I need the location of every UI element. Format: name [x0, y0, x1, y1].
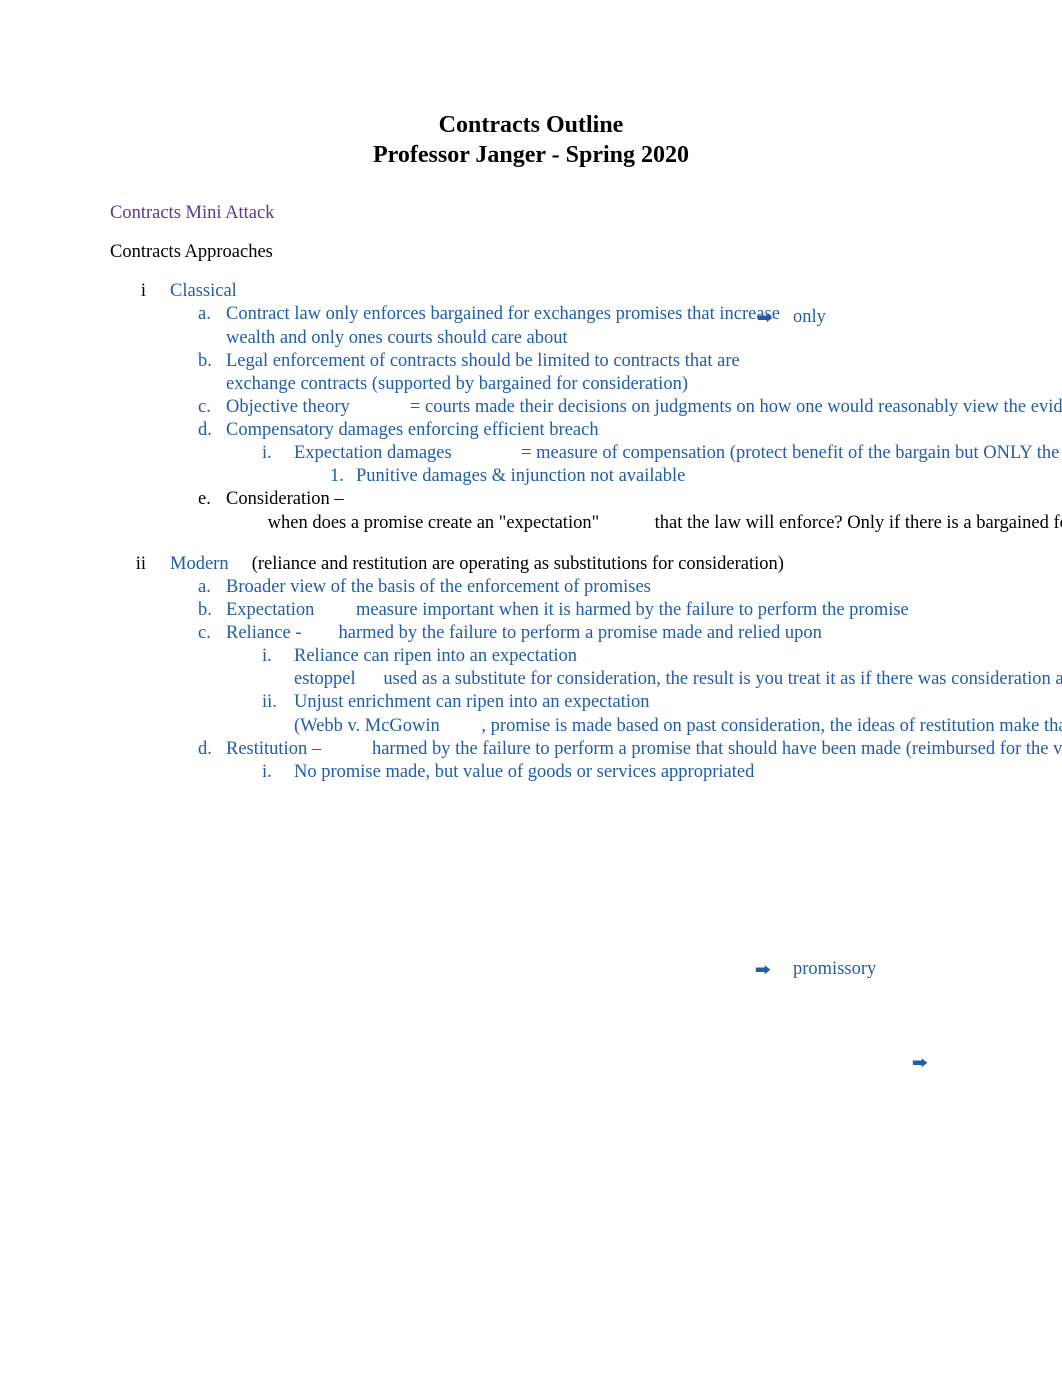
- number-marker: 1.: [330, 465, 356, 488]
- section-heading: Classical: [170, 280, 790, 303]
- letter-item: b.Legal enforcement of contracts should …: [170, 350, 790, 396]
- section-body: Modern (reliance and restitution are ope…: [170, 553, 790, 784]
- arrow-icon: 🠲: [755, 961, 771, 981]
- letter-body: Consideration – when does a promise crea…: [226, 488, 1062, 534]
- text-span: Reliance can ripen into an expectation: [294, 646, 577, 666]
- text-span: No promise made, but value of goods or s…: [294, 762, 754, 782]
- overflow-text-only: only: [793, 306, 826, 329]
- text-span: Compensatory damages enforcing efficient…: [226, 420, 599, 440]
- text-span: when does a promise create an "expectati…: [226, 513, 1062, 533]
- letter-marker: d.: [198, 419, 226, 442]
- outline-section: iiModern (reliance and restitution are o…: [110, 553, 952, 784]
- text-span: Reliance - harmed by the failure to perf…: [226, 623, 822, 643]
- roman-marker: i.: [262, 442, 294, 465]
- roman-marker: i.: [262, 761, 294, 784]
- letter-marker: d.: [198, 738, 226, 761]
- roman-item: i.No promise made, but value of goods or…: [262, 761, 1062, 784]
- number-list: 1.Punitive damages & injunction not avai…: [294, 465, 1062, 488]
- text-span: Consideration –: [226, 489, 344, 509]
- letter-marker: e.: [198, 488, 226, 511]
- roman-list: i.Expectation damages = measure of compe…: [226, 442, 1062, 488]
- letter-body: Legal enforcement of contracts should be…: [226, 350, 790, 396]
- text-span: Unjust enrichment can ripen into an expe…: [294, 692, 650, 712]
- mini-attack-heading: Contracts Mini Attack: [110, 202, 952, 225]
- letter-item: c.Objective theory = courts made their d…: [170, 396, 790, 419]
- number-item: 1.Punitive damages & injunction not avai…: [330, 465, 1062, 488]
- letter-body: Broader view of the basis of the enforce…: [226, 576, 790, 599]
- roman-marker: i.: [262, 645, 294, 668]
- arrow-icon: 🠲: [757, 309, 773, 329]
- letter-body: Reliance - harmed by the failure to perf…: [226, 622, 1062, 738]
- letter-body: Compensatory damages enforcing efficient…: [226, 419, 1062, 488]
- text-span: Contract law only enforces bargained for…: [226, 304, 611, 324]
- letter-item: c.Reliance - harmed by the failure to pe…: [170, 622, 790, 738]
- section-body: Classicala.Contract law only enforces ba…: [170, 280, 790, 534]
- text-span: estoppel used as a substitute for consid…: [294, 669, 1062, 689]
- text-span: (Webb v. McGowin , promise is made based…: [294, 716, 1062, 736]
- letter-body: Expectation measure important when it is…: [226, 599, 909, 622]
- letter-marker: b.: [198, 599, 226, 622]
- letter-item: b.Expectation measure important when it …: [170, 599, 790, 622]
- roman-item: i.Reliance can ripen into an expectation…: [262, 645, 1062, 691]
- section-heading: Modern (reliance and restitution are ope…: [170, 553, 790, 576]
- section-marker: ii: [110, 553, 170, 576]
- letter-item: e.Consideration – when does a promise cr…: [170, 488, 790, 534]
- letter-marker: c.: [198, 396, 226, 419]
- roman-item: ii.Unjust enrichment can ripen into an e…: [262, 691, 1062, 737]
- text-span: Expectation damages = measure of compens…: [294, 443, 1062, 463]
- letter-marker: a.: [198, 303, 226, 326]
- letter-marker: a.: [198, 576, 226, 599]
- letter-item: a.Broader view of the basis of the enfor…: [170, 576, 790, 599]
- doc-title: Contracts Outline: [110, 110, 952, 140]
- letter-list: a.Contract law only enforces bargained f…: [170, 303, 790, 534]
- roman-marker: ii.: [262, 691, 294, 714]
- approaches-heading: Contracts Approaches: [110, 241, 952, 264]
- text-span: Punitive damages & injunction not availa…: [356, 466, 685, 486]
- letter-list: a.Broader view of the basis of the enfor…: [170, 576, 790, 784]
- text-span: Restitution – harmed by the failure to p…: [226, 739, 1062, 759]
- doc-subtitle: Professor Janger - Spring 2020: [110, 140, 952, 170]
- text-span: Expectation measure important when it is…: [226, 600, 909, 620]
- roman-body: Unjust enrichment can ripen into an expe…: [294, 691, 1062, 737]
- roman-body: No promise made, but value of goods or s…: [294, 761, 1062, 784]
- letter-marker: b.: [198, 350, 226, 373]
- roman-item: i.Expectation damages = measure of compe…: [262, 442, 1062, 488]
- arrow-icon: 🠲: [912, 1054, 928, 1074]
- letter-body: Contract law only enforces bargained for…: [226, 303, 790, 349]
- overflow-text-promissory: promissory: [793, 958, 876, 981]
- roman-list: i.No promise made, but value of goods or…: [226, 761, 1062, 784]
- outline-list: iClassicala.Contract law only enforces b…: [110, 280, 952, 784]
- text-span: Legal enforcement of contracts should be…: [226, 351, 740, 394]
- number-body: Punitive damages & injunction not availa…: [356, 465, 1062, 488]
- roman-body: Reliance can ripen into an expectation e…: [294, 645, 1062, 691]
- letter-item: d.Compensatory damages enforcing efficie…: [170, 419, 790, 488]
- roman-body: Expectation damages = measure of compens…: [294, 442, 1062, 488]
- letter-item: a.Contract law only enforces bargained f…: [170, 303, 790, 349]
- roman-list: i.Reliance can ripen into an expectation…: [226, 645, 1062, 738]
- letter-body: Restitution – harmed by the failure to p…: [226, 738, 1062, 784]
- text-span: Broader view of the basis of the enforce…: [226, 577, 651, 597]
- text-span: Objective theory = courts made their dec…: [226, 397, 1062, 417]
- letter-body: Objective theory = courts made their dec…: [226, 396, 1062, 419]
- letter-marker: c.: [198, 622, 226, 645]
- letter-item: d.Restitution – harmed by the failure to…: [170, 738, 790, 784]
- section-marker: i: [110, 280, 170, 303]
